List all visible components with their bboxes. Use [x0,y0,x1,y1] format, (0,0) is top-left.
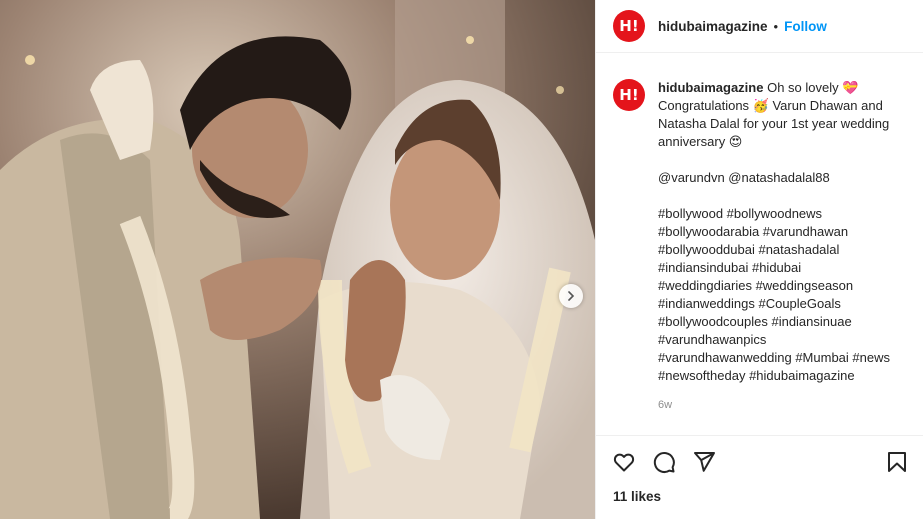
post-image[interactable] [0,0,595,519]
caption-username[interactable]: hidubaimagazine [658,80,763,95]
comment-icon [653,451,675,473]
header-separator: • [773,18,779,34]
profile-avatar[interactable]: H! [613,10,645,42]
caption-mentions[interactable]: @varundvn @natashadalal88 [658,169,909,187]
likes-count[interactable]: 11 likes [613,489,661,504]
post-side-panel: H! hidubaimagazine • Follow H! hidubaima… [595,0,923,519]
caption-hashtags[interactable]: #bollywood #bollywoodnews [658,205,909,223]
caption-line: Congratulations 🥳 Varun Dhawan and [658,98,883,113]
caption-line: hidubaimagazine Oh so lovely 💝 [658,79,909,97]
caption-line: Natasha Dalal for your 1st year wedding [658,116,890,131]
header-username[interactable]: hidubaimagazine [658,19,768,34]
save-button[interactable] [885,450,909,474]
caption-hashtags[interactable]: #newsoftheday #hidubaimagazine [658,367,909,385]
caption-gap [658,187,909,205]
post-photo [0,0,595,519]
follow-button[interactable]: Follow [784,19,827,34]
caption: H! hidubaimagazine Oh so lovely 💝 Congra… [613,79,909,385]
caption-hashtags[interactable]: #weddingdiaries #weddingseason [658,277,909,295]
caption-line-text: Oh so lovely 💝 [767,80,859,95]
share-icon [694,451,715,472]
caption-gap [658,151,909,169]
caption-hashtags[interactable]: #bollywoodarabia #varundhawan [658,223,909,241]
bookmark-icon [888,451,906,472]
caption-line: anniversary 😍 [658,134,743,149]
caption-hashtags[interactable]: #bollywoodcouples #indiansinuae [658,313,909,331]
comment-area: H! hidubaimagazine Oh so lovely 💝 Congra… [596,53,923,435]
carousel-next-button[interactable] [559,284,583,308]
post-header: H! hidubaimagazine • Follow [596,0,923,53]
caption-hashtags[interactable]: #varundhawanwedding #Mumbai #news [658,349,909,367]
caption-text: hidubaimagazine Oh so lovely 💝 Congratul… [658,79,909,385]
share-button[interactable] [692,450,716,474]
post-timestamp[interactable]: 6w [658,399,909,411]
action-bar [596,435,923,487]
caption-hashtags[interactable]: #indiansindubai #hidubai [658,259,909,277]
chevron-right-icon [568,291,575,301]
caption-hashtags[interactable]: #bollywooddubai #natashadalal [658,241,909,259]
like-button[interactable] [612,450,636,474]
caption-hashtags[interactable]: #indianweddings #CoupleGoals [658,295,909,313]
comment-button[interactable] [652,450,676,474]
heart-icon [613,453,635,471]
caption-hashtags[interactable]: #varundhawanpics [658,331,909,349]
caption-avatar[interactable]: H! [613,79,645,111]
